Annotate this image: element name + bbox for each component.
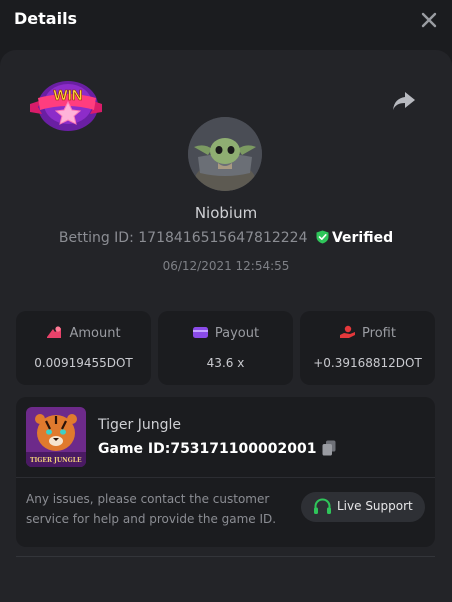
- copy-icon[interactable]: [322, 440, 336, 456]
- share-icon[interactable]: [392, 90, 416, 112]
- game-id-value: 753171100002001: [170, 441, 317, 457]
- stat-amount-label: Amount: [69, 326, 121, 341]
- page-title: Details: [14, 9, 78, 28]
- support-message: Any issues, please contact the customer …: [26, 492, 277, 526]
- headset-icon: [314, 498, 331, 514]
- game-id-row: Game ID:753171100002001: [98, 440, 336, 457]
- verified-label: Verified: [331, 230, 394, 246]
- game-card: TIGER JUNGLE Tiger Jungle Game ID:753171…: [16, 397, 435, 547]
- verified-shield-icon: [316, 230, 329, 244]
- wallet-icon: [192, 327, 208, 338]
- stat-payout-label: Payout: [214, 326, 260, 341]
- close-icon[interactable]: [420, 11, 438, 29]
- bottom-divider: [16, 556, 435, 557]
- game-thumb-title: TIGER JUNGLE: [30, 457, 82, 464]
- betting-id-value: 1718416515647812224: [138, 230, 308, 246]
- stat-payout: Payout 43.6 x: [158, 311, 293, 385]
- bet-datetime: 06/12/2021 12:54:55: [162, 259, 290, 273]
- stat-payout-value: 43.6 x: [206, 356, 245, 370]
- stat-profit: Profit +0.39168812DOT: [300, 311, 435, 385]
- win-badge-icon: WIN: [28, 76, 104, 132]
- betting-id-row: Betting ID: 1718416515647812224 Verified: [0, 230, 452, 246]
- details-header: Details: [0, 0, 452, 40]
- divider: [16, 477, 435, 478]
- win-text: WIN: [53, 87, 82, 104]
- betting-id-label: Betting ID:: [58, 230, 134, 246]
- stat-amount: Amount 0.00919455DOT: [16, 311, 151, 385]
- game-name: Tiger Jungle: [98, 417, 181, 433]
- stat-amount-value: 0.00919455DOT: [34, 356, 133, 370]
- stat-profit-value: +0.39168812DOT: [313, 356, 422, 370]
- bet-icon: [47, 326, 62, 338]
- game-id-label: Game ID:: [98, 441, 171, 457]
- live-support-button[interactable]: Live Support: [301, 492, 425, 522]
- username: Niobium: [194, 204, 258, 222]
- live-support-label: Live Support: [337, 499, 413, 513]
- avatar: [188, 117, 262, 191]
- game-thumbnail[interactable]: TIGER JUNGLE: [26, 407, 86, 467]
- hand-coin-icon: [340, 325, 356, 338]
- stat-profit-label: Profit: [362, 326, 396, 341]
